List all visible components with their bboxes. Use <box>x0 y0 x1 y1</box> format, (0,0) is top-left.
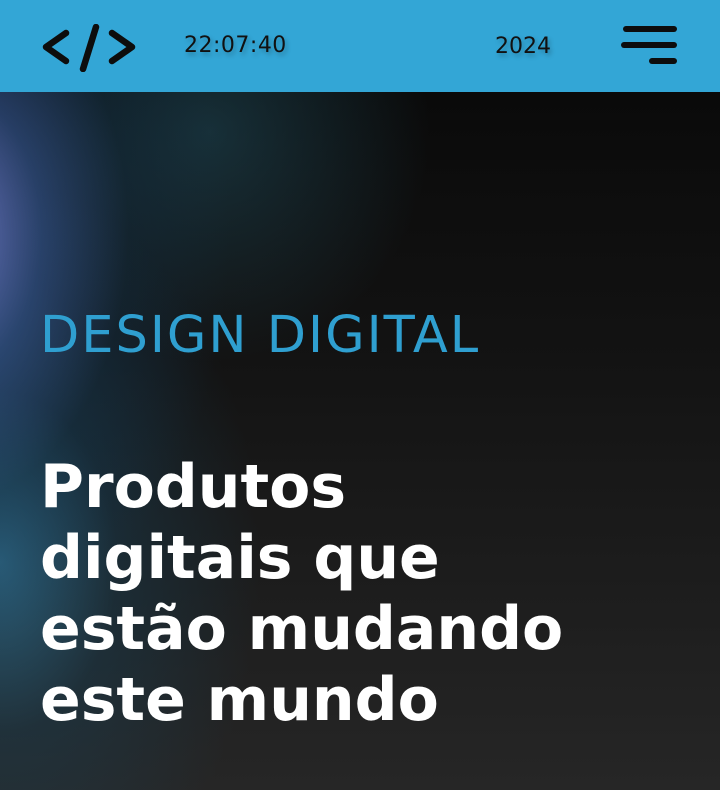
year-display: 2024 <box>495 34 551 59</box>
headline-line: este mundo <box>40 665 439 735</box>
hero-headline: Produtos digitais que estão mudando este… <box>40 452 700 736</box>
menu-line <box>649 58 677 64</box>
menu-line <box>623 26 677 32</box>
headline-line: estão mudando <box>40 594 564 664</box>
headline-line: digitais que <box>40 523 440 593</box>
menu-line <box>621 42 677 48</box>
headline-line: Produtos <box>40 452 347 522</box>
hero-section: DESIGN DIGITAL Produtos digitais que est… <box>0 92 720 790</box>
code-brackets-icon <box>42 23 136 73</box>
page: 22:07:40 2024 DESIGN DIGITAL Produtos di… <box>0 0 720 790</box>
top-bar: 22:07:40 2024 <box>0 0 720 92</box>
home-logo-link[interactable] <box>40 23 138 73</box>
clock-display: 22:07:40 <box>184 33 287 58</box>
menu-button[interactable] <box>620 24 680 66</box>
hero-kicker: DESIGN DIGITAL <box>40 306 481 365</box>
